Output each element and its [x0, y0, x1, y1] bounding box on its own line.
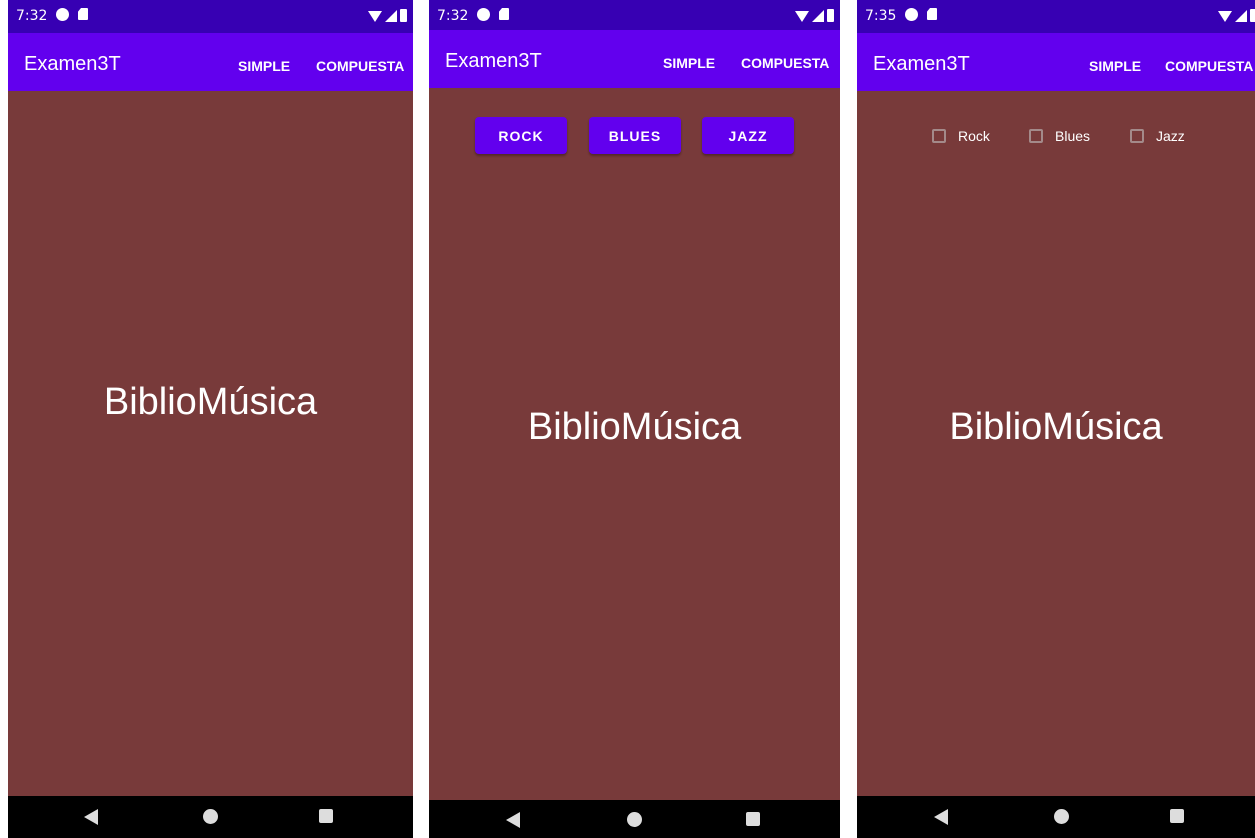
- status-bar: 7:35: [857, 0, 1255, 33]
- status-time: 7:32: [437, 8, 469, 24]
- phone-screen-simple: 7:32 Examen3T SIMPLE COMPUESTA ROCK BLUE…: [429, 0, 840, 838]
- menu-simple[interactable]: SIMPLE: [1089, 58, 1141, 74]
- home-icon[interactable]: [627, 812, 642, 827]
- app-heading: BiblioMúsica: [103, 381, 318, 423]
- checkbox-box[interactable]: [1029, 129, 1043, 143]
- home-icon[interactable]: [203, 809, 218, 824]
- signal-icon: [1235, 10, 1247, 22]
- app-title: Examen3T: [873, 53, 970, 75]
- checkbox-label: Jazz: [1156, 128, 1185, 144]
- recent-apps-icon[interactable]: [319, 809, 333, 823]
- status-time: 7:32: [16, 8, 48, 24]
- recent-apps-icon[interactable]: [746, 812, 760, 826]
- app-heading: BiblioMúsica: [949, 406, 1163, 448]
- rock-checkbox[interactable]: Rock: [932, 128, 990, 144]
- sd-card-icon: [499, 8, 509, 20]
- checkbox-label: Rock: [958, 128, 990, 144]
- menu-compuesta[interactable]: COMPUESTA: [741, 55, 829, 71]
- checkbox-box[interactable]: [932, 129, 946, 143]
- back-icon[interactable]: [84, 809, 98, 825]
- signal-icon: [385, 10, 397, 22]
- app-title: Examen3T: [24, 53, 121, 75]
- status-bar: 7:32: [429, 0, 840, 33]
- navigation-bar: [429, 800, 840, 838]
- sd-card-icon: [78, 8, 88, 20]
- home-icon[interactable]: [1054, 809, 1069, 824]
- jazz-checkbox[interactable]: Jazz: [1130, 128, 1185, 144]
- wifi-icon: [368, 11, 382, 22]
- back-icon[interactable]: [506, 812, 520, 828]
- navigation-bar: [857, 796, 1255, 838]
- checkbox-label: Blues: [1055, 128, 1091, 144]
- rock-button[interactable]: ROCK: [475, 117, 567, 154]
- status-time: 7:35: [865, 8, 897, 24]
- menu-compuesta[interactable]: COMPUESTA: [316, 58, 404, 74]
- battery-icon: [1250, 9, 1255, 22]
- menu-simple[interactable]: SIMPLE: [663, 55, 715, 71]
- app-bar: Examen3T SIMPLE COMPUESTA: [8, 33, 413, 91]
- checkbox-box[interactable]: [1130, 129, 1144, 143]
- jazz-button[interactable]: JAZZ: [702, 117, 794, 154]
- back-icon[interactable]: [934, 809, 948, 825]
- battery-icon: [827, 9, 834, 22]
- app-title: Examen3T: [445, 50, 542, 72]
- phone-screen-home: 7:32 Examen3T SIMPLE COMPUESTA BiblioMús…: [8, 0, 413, 838]
- phone-screen-compuesta: 7:35 Examen3T SIMPLE COMPUESTA Rock Blue…: [857, 0, 1255, 838]
- sd-card-icon: [927, 8, 937, 20]
- recent-apps-icon[interactable]: [1170, 809, 1184, 823]
- notification-circle-icon: [56, 8, 69, 21]
- notification-circle-icon: [477, 8, 490, 21]
- menu-simple[interactable]: SIMPLE: [238, 58, 290, 74]
- signal-icon: [812, 10, 824, 22]
- battery-icon: [400, 9, 407, 22]
- blues-button[interactable]: BLUES: [589, 117, 681, 154]
- app-bar: Examen3T SIMPLE COMPUESTA: [857, 33, 1255, 91]
- navigation-bar: [8, 796, 413, 838]
- blues-checkbox[interactable]: Blues: [1029, 128, 1090, 144]
- status-bar: 7:32: [8, 0, 413, 33]
- app-bar: Examen3T SIMPLE COMPUESTA: [429, 30, 840, 88]
- notification-circle-icon: [905, 8, 918, 21]
- wifi-icon: [1218, 11, 1232, 22]
- app-heading: BiblioMúsica: [527, 406, 742, 448]
- wifi-icon: [795, 11, 809, 22]
- menu-compuesta[interactable]: COMPUESTA: [1165, 58, 1253, 74]
